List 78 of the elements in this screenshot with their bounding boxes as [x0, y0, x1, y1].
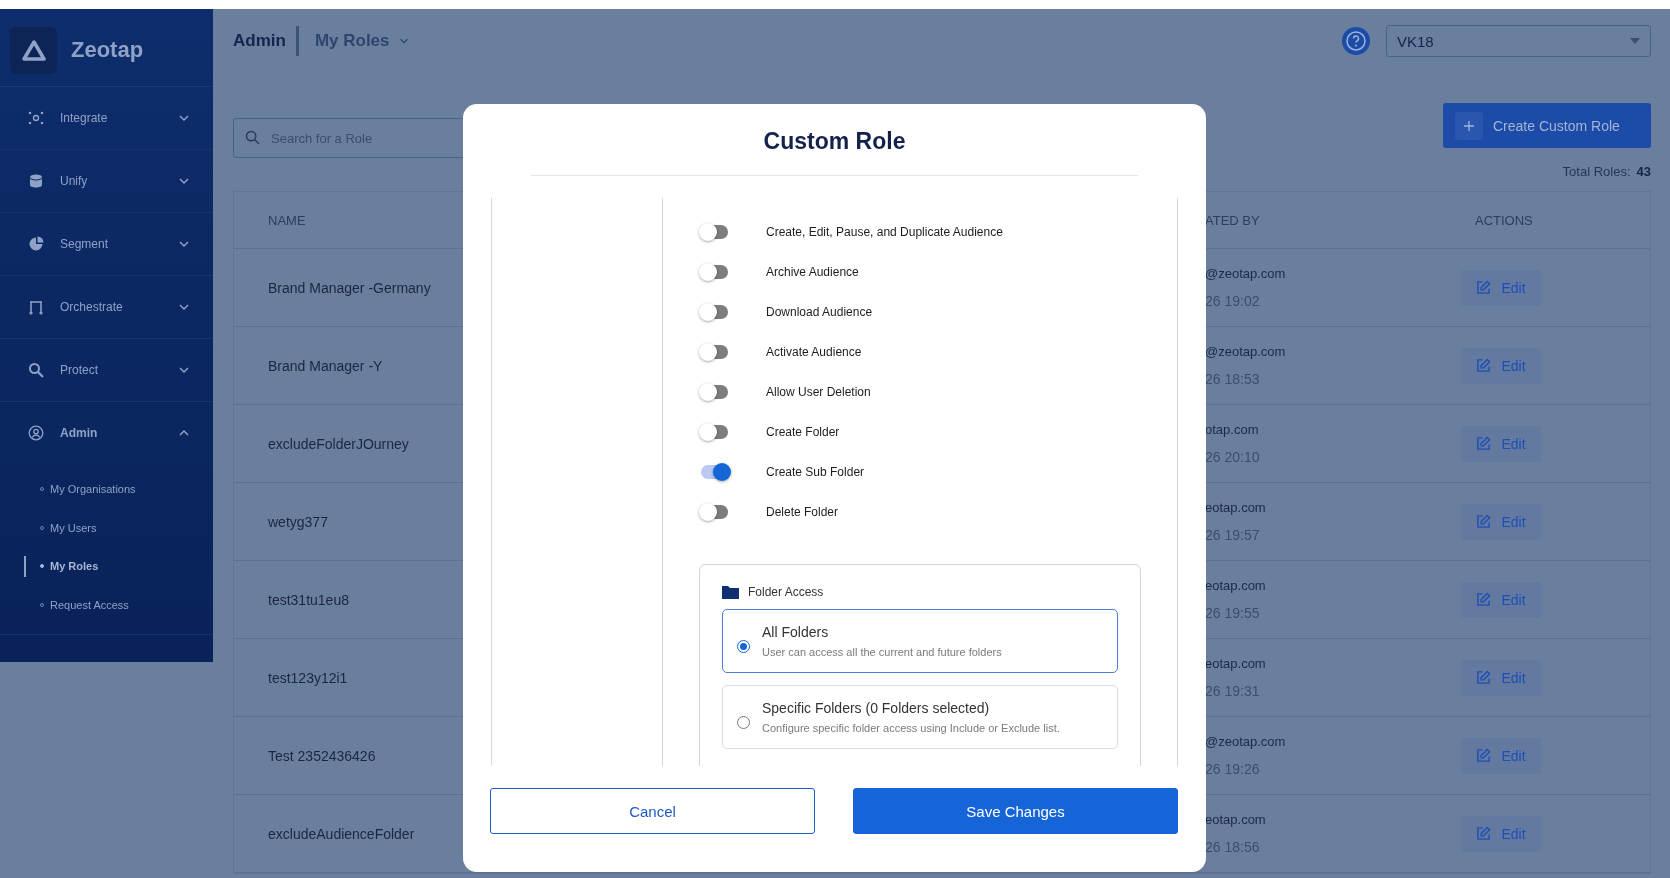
toggle-switch[interactable]: [701, 425, 728, 439]
help-icon[interactable]: [1342, 27, 1370, 55]
brand-name: Zeotap: [71, 37, 144, 63]
option-description: Configure specific folder access using Include or Exclude list.: [762, 722, 1060, 734]
dialog-title: Custom Role: [531, 104, 1138, 176]
edit-icon: [1476, 358, 1492, 373]
folder-option[interactable]: Specific Folders (0 Folders selected) Configure specific folder access using Include or Exclude list.: [722, 685, 1118, 749]
folder-option[interactable]: All Folders User can access all the current and future folders: [722, 609, 1118, 673]
permission-label: Create Folder: [766, 425, 840, 439]
creator-email: eotap.com: [1205, 578, 1267, 593]
edit-icon: [1476, 826, 1492, 841]
plus-icon: [1464, 120, 1474, 131]
permission-label: Allow User Deletion: [766, 385, 871, 399]
user-circle-icon: [28, 425, 44, 441]
edit-icon: [1476, 514, 1492, 529]
role-name: Brand Manager -Germany: [267, 279, 432, 296]
sidebar-item[interactable]: Integrate: [0, 87, 213, 150]
role-name: excludeAudienceFolder: [267, 825, 416, 842]
edit-icon: [1476, 592, 1492, 607]
permission-label: Archive Audience: [766, 265, 859, 279]
creator-email: eotap.com: [1205, 500, 1267, 515]
save-changes-button[interactable]: Save Changes: [853, 788, 1178, 834]
toggle-switch[interactable]: [701, 505, 728, 519]
column-header: NAME: [267, 212, 307, 228]
sidebar-item[interactable]: Segment: [0, 213, 213, 276]
toggle-switch[interactable]: [701, 465, 728, 479]
toggle-switch[interactable]: [701, 385, 728, 399]
total-count: 43: [1636, 164, 1651, 179]
account-dropdown[interactable]: VK18: [1386, 25, 1651, 57]
total-label: Total Roles:: [1562, 164, 1631, 179]
create-role-button[interactable]: Create Custom Role: [1443, 103, 1651, 148]
cancel-button[interactable]: Cancel: [490, 788, 815, 834]
creator-email: @zeotap.com: [1205, 266, 1287, 281]
column-header: ATED BY: [1205, 212, 1261, 228]
permission-label: Activate Audience: [766, 345, 862, 359]
role-name: Brand Manager -Y: [267, 357, 384, 374]
role-name: excludeFolderJOurney: [267, 435, 410, 452]
option-description: User can access all the current and future folders: [762, 646, 1002, 658]
sidebar-subitem[interactable]: Request Access: [0, 585, 213, 624]
permission-label: Delete Folder: [766, 505, 839, 519]
creator-email: otap.com: [1205, 422, 1260, 437]
role-name: wetyg377: [267, 513, 329, 530]
option-title: Specific Folders (0 Folders selected): [762, 700, 991, 716]
folder-icon: [722, 585, 739, 599]
permission-label: Create, Edit, Pause, and Duplicate Audience: [766, 225, 1003, 239]
role-name: Test 2352436426: [267, 747, 377, 764]
role-name: test31tu1eu8: [267, 591, 350, 608]
option-title: All Folders: [762, 624, 830, 640]
creator-email: eotap.com: [1205, 656, 1267, 671]
toggle-switch[interactable]: [701, 305, 728, 319]
frame-icon: [28, 299, 44, 315]
database-icon: [28, 173, 44, 189]
folder-access-title: Folder Access: [748, 585, 824, 599]
sidebar-subitem[interactable]: My Organisations: [0, 470, 213, 509]
toggle-switch[interactable]: [701, 345, 728, 359]
role-name: test123y12i1: [267, 669, 349, 686]
permission-label: Download Audience: [766, 305, 873, 319]
creator-email: @zeotap.com: [1205, 344, 1287, 359]
edit-icon: [1476, 436, 1492, 451]
sidebar-item[interactable]: Unify: [0, 150, 213, 213]
column-header: ACTIONS: [1474, 212, 1534, 228]
section-title: Admin: [233, 26, 299, 56]
sidebar-subitem[interactable]: My Roles: [0, 547, 213, 586]
toggle-switch[interactable]: [701, 265, 728, 279]
nodes-icon: [28, 110, 44, 126]
search-icon: [245, 130, 260, 145]
permission-label: Create Sub Folder: [766, 465, 865, 479]
toggle-switch[interactable]: [701, 225, 728, 239]
edit-icon: [1476, 670, 1492, 685]
edit-icon: [1476, 748, 1492, 763]
pie-icon: [28, 236, 44, 252]
creator-email: eotap.com: [1205, 812, 1267, 827]
sidebar-subitem[interactable]: My Users: [0, 508, 213, 547]
caret-icon: [1630, 38, 1640, 44]
creator-email: @zeotap.com: [1205, 734, 1287, 749]
logo-icon: [10, 27, 57, 74]
sidebar-item[interactable]: Orchestrate: [0, 276, 213, 339]
edit-icon: [1476, 280, 1492, 295]
